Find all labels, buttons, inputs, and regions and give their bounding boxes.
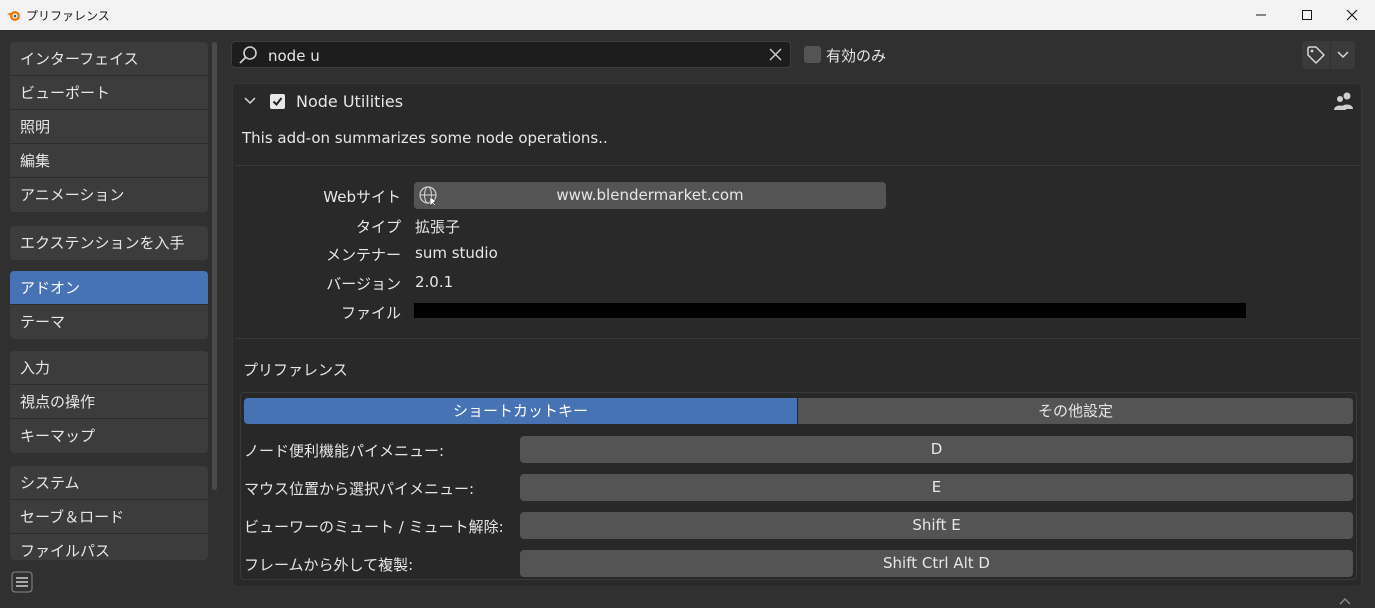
enabled-only-checkbox[interactable] — [804, 46, 821, 63]
shortcut-key-button[interactable]: E — [520, 474, 1353, 501]
sidebar-item-editing[interactable]: 編集 — [10, 144, 208, 178]
chevron-up-icon[interactable] — [1338, 596, 1352, 606]
addon-description: This add-on summarizes some node operati… — [242, 129, 608, 147]
shortcut-label: ビューワーのミュート / ミュート解除: — [244, 518, 504, 536]
version-value: 2.0.1 — [415, 273, 454, 291]
addon-enable-checkbox[interactable] — [270, 94, 285, 109]
maximize-icon — [1302, 10, 1312, 20]
search-input[interactable]: node u — [231, 41, 791, 68]
minimize-button[interactable] — [1238, 0, 1284, 30]
community-user-icon — [1334, 92, 1353, 110]
maintainer-label: メンテナー — [325, 246, 401, 264]
sidebar-item-get-extensions[interactable]: エクステンションを入手 — [10, 226, 208, 260]
sidebar-item-lighting[interactable]: 照明 — [10, 110, 208, 144]
preferences-sidebar: インターフェイス ビューポート 照明 編集 アニメーション エクステンションを入… — [0, 30, 218, 608]
sidebar-item-input[interactable]: 入力 — [10, 351, 208, 385]
chevron-down-icon[interactable] — [243, 94, 257, 108]
sidebar-item-themes[interactable]: テーマ — [10, 305, 208, 339]
addon-panel: Node Utilities This add-on summarizes so… — [232, 83, 1362, 587]
checkmark-icon — [272, 97, 283, 107]
sidebar-item-file-paths[interactable]: ファイルパス — [10, 534, 208, 560]
shortcut-label: フレームから外して複製: — [244, 556, 414, 574]
blender-logo-icon — [7, 11, 20, 21]
shortcut-key-button[interactable]: D — [520, 436, 1353, 463]
sidebar-scrollbar[interactable] — [212, 42, 217, 490]
file-label: ファイル — [340, 304, 401, 322]
sidebar-item-viewport[interactable]: ビューポート — [10, 76, 208, 110]
divider — [235, 165, 1359, 166]
nav-group-input: 入力 視点の操作 キーマップ — [10, 351, 208, 453]
shortcut-label: マウス位置から選択パイメニュー: — [244, 480, 475, 498]
maximize-button[interactable] — [1284, 0, 1330, 30]
search-value: node u — [268, 47, 320, 65]
maintainer-value: sum studio — [415, 244, 498, 262]
addons-main-panel: node u 有効のみ Node Utilities This add-on s… — [218, 30, 1375, 608]
tab-shortcut-keys[interactable]: ショートカットキー — [244, 398, 797, 424]
filter-dropdown-button[interactable] — [1331, 41, 1355, 69]
sidebar-item-navigation[interactable]: 視点の操作 — [10, 385, 208, 419]
preferences-menu-button[interactable] — [10, 570, 34, 594]
divider — [235, 338, 1359, 339]
version-label: バージョン — [326, 275, 401, 293]
close-window-button[interactable] — [1329, 0, 1375, 30]
shortcut-label: ノード便利機能パイメニュー: — [244, 442, 445, 460]
nav-group-system: システム セーブ＆ロード ファイルパス — [10, 466, 208, 560]
website-url: www.blendermarket.com — [556, 186, 744, 204]
shortcut-key-button[interactable]: Shift E — [520, 512, 1353, 539]
search-icon — [239, 46, 257, 64]
tab-other-settings[interactable]: その他設定 — [798, 398, 1353, 424]
hamburger-menu-icon — [11, 571, 33, 593]
close-icon — [1346, 9, 1358, 21]
minimize-icon — [1256, 14, 1266, 16]
file-path-redacted — [414, 303, 1246, 318]
website-button[interactable]: www.blendermarket.com — [414, 182, 886, 209]
clear-search-icon[interactable] — [769, 48, 782, 61]
type-value: 拡張子 — [415, 218, 461, 236]
nav-group-interface: インターフェイス ビューポート 照明 編集 アニメーション — [10, 42, 208, 212]
enabled-only-label: 有効のみ — [826, 47, 887, 65]
nav-group-extensions: エクステンションを入手 — [10, 226, 208, 260]
window-title: プリファレンス — [26, 9, 110, 23]
sidebar-item-addons[interactable]: アドオン — [10, 271, 208, 305]
sidebar-scrollbar-thumb[interactable] — [212, 42, 217, 490]
website-label: Webサイト — [323, 188, 401, 206]
nav-group-addons: アドオン テーマ — [10, 271, 208, 339]
sidebar-item-animation[interactable]: アニメーション — [10, 178, 208, 212]
shortcut-key-button[interactable]: Shift Ctrl Alt D — [520, 550, 1353, 577]
addon-preferences-box: ショートカットキー その他設定 ノード便利機能パイメニュー: D マウス位置から… — [240, 392, 1357, 580]
tag-filter-button[interactable] — [1302, 41, 1330, 69]
chevron-down-icon — [1337, 51, 1349, 59]
tag-icon — [1307, 46, 1325, 64]
sidebar-item-keymap[interactable]: キーマップ — [10, 419, 208, 453]
type-label: タイプ — [355, 218, 401, 236]
addon-name: Node Utilities — [296, 92, 404, 111]
sidebar-item-save-load[interactable]: セーブ＆ロード — [10, 500, 208, 534]
title-bar: プリファレンス — [0, 0, 1375, 30]
addon-preferences-title: プリファレンス — [243, 361, 348, 379]
sidebar-item-interface[interactable]: インターフェイス — [10, 42, 208, 76]
sidebar-item-system[interactable]: システム — [10, 466, 208, 500]
